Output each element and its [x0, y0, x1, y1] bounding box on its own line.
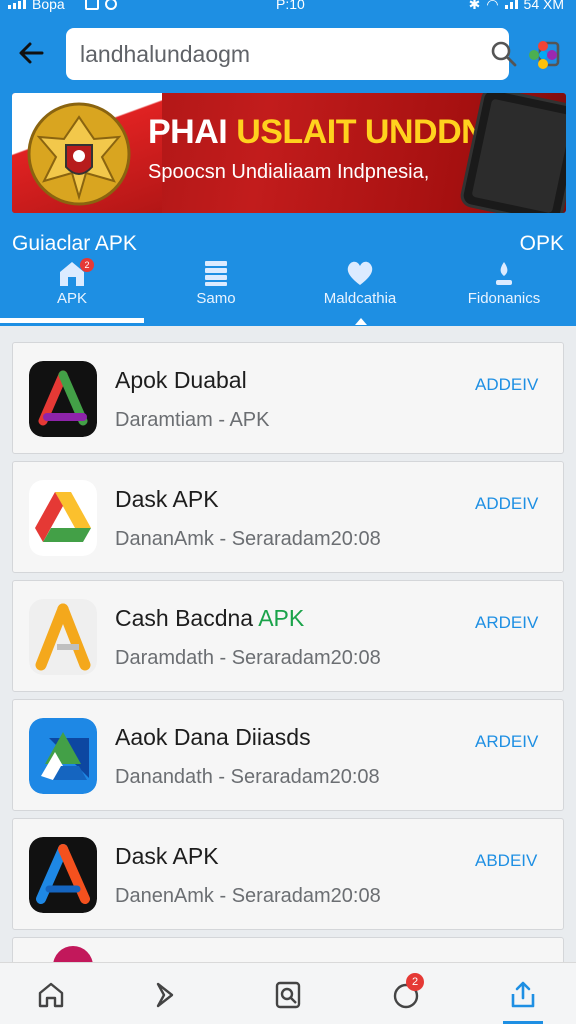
list-item[interactable]: Apok Duabal Daramtiam - APK ADDEIV	[12, 342, 564, 454]
add-button[interactable]: ARDEIV	[475, 613, 538, 633]
status-bar: Bopa P:10 ✱ ◠ 54 XM	[0, 0, 576, 14]
tab-apk[interactable]: 2 APK	[0, 256, 144, 326]
tab-label: Fidonanics	[467, 290, 541, 307]
battery-label: 54 XM	[523, 0, 564, 12]
app-meta: DanenAmk - Seraradam20:08	[115, 885, 381, 907]
tab-label: Maldcathia	[323, 290, 397, 307]
wifi-icon: ◠	[486, 0, 499, 12]
nav-tags[interactable]	[145, 975, 185, 1015]
app-name: Apok Duabal	[115, 367, 247, 393]
caret-icon	[355, 318, 367, 325]
list-item-partial[interactable]	[12, 937, 564, 962]
search-input[interactable]	[80, 38, 400, 70]
add-button[interactable]: ARDEIV	[475, 732, 538, 752]
add-button[interactable]: ADDEIV	[475, 494, 538, 514]
promo-banner[interactable]: PHAI USLAIT UNDDNEAIN Spoocsn Undialiaam…	[12, 93, 566, 213]
garuda-emblem-icon	[27, 102, 131, 206]
stack-icon	[205, 261, 227, 286]
triangle-dark-icon	[29, 361, 97, 437]
home-icon	[38, 982, 64, 1008]
image-icon	[84, 0, 99, 10]
back-button[interactable]	[14, 36, 48, 70]
app-meta: DananAmk - Seraradam20:08	[115, 528, 381, 550]
sync-icon	[104, 0, 117, 10]
list-item[interactable]: Cash Bacdna APK Daramdath - Seraradam20:…	[12, 580, 564, 692]
app-name: Dask APK	[115, 486, 219, 512]
nav-home[interactable]	[31, 975, 71, 1015]
share-icon	[511, 981, 535, 1008]
carrier-label: Bopa	[32, 0, 65, 12]
search-box[interactable]	[66, 28, 560, 80]
heart-icon	[347, 261, 373, 285]
list-item[interactable]: Aaok Dana Diiasds Danandath - Seraradam2…	[12, 699, 564, 811]
person-icon	[496, 262, 512, 285]
tag-icon	[156, 982, 174, 1008]
arrow-left-icon	[19, 42, 44, 64]
add-button[interactable]: ABDEIV	[475, 851, 537, 871]
banner-subtitle: Spoocsn Undialiaam Indpnesia,	[148, 161, 430, 183]
app-list: Apok Duabal Daramtiam - APK ADDEIV Dask …	[0, 326, 576, 962]
colorful-menu-icon[interactable]	[526, 38, 560, 72]
app-name: Aaok Dana Diiasds	[115, 724, 311, 750]
tab-label: APK	[56, 290, 87, 307]
active-tab-indicator	[0, 318, 144, 323]
tab-label: Samo	[196, 290, 236, 307]
app-name: Dask APK	[115, 843, 219, 869]
cell-signal-icon	[504, 0, 518, 9]
partial-app-icon	[53, 946, 93, 962]
tab-badge: 2	[80, 258, 94, 272]
status-time: P:10	[276, 0, 305, 12]
tab-fidonanics[interactable]: Fidonanics	[432, 256, 576, 326]
add-button[interactable]: ADDEIV	[475, 375, 538, 395]
category-tabs: 2 APK Samo Maldcathia Fidonanics	[0, 256, 576, 326]
tab-samo[interactable]: Samo	[144, 256, 288, 326]
app-meta: Daramdath - Seraradam20:08	[115, 647, 381, 669]
search-icon[interactable]	[490, 40, 518, 68]
search-doc-icon	[275, 981, 301, 1009]
signal-icon	[8, 0, 26, 9]
tab-maldcathia[interactable]: Maldcathia	[288, 256, 432, 326]
list-item[interactable]: Dask APK DanenAmk - Seraradam20:08 ABDEI…	[12, 818, 564, 930]
apk-tag: APK	[258, 605, 305, 631]
section-right-label[interactable]: OPK	[520, 232, 564, 256]
app-meta: Danandath - Seraradam20:08	[115, 766, 380, 788]
bluetooth-icon: ✱	[468, 0, 481, 12]
section-title: Guiaclar APK	[12, 232, 137, 255]
orange-a-icon	[29, 599, 97, 675]
list-item[interactable]: Dask APK DananAmk - Seraradam20:08 ADDEI…	[12, 461, 564, 573]
bottom-navigation: 2	[0, 962, 576, 1024]
app-header: Bopa P:10 ✱ ◠ 54 XM PHAI USLAIT	[0, 0, 576, 326]
triangle-blue-icon	[29, 837, 97, 913]
app-name: Cash Bacdna APK	[115, 605, 305, 631]
nav-share[interactable]	[503, 975, 543, 1015]
blue-drive-icon	[29, 718, 97, 794]
nav-notifications[interactable]: 2	[386, 973, 426, 1015]
app-meta: Daramtiam - APK	[115, 409, 270, 431]
phone-illustration	[458, 93, 566, 213]
nav-search[interactable]	[268, 975, 308, 1015]
notification-badge: 2	[406, 973, 424, 991]
drive-icon	[29, 480, 97, 556]
